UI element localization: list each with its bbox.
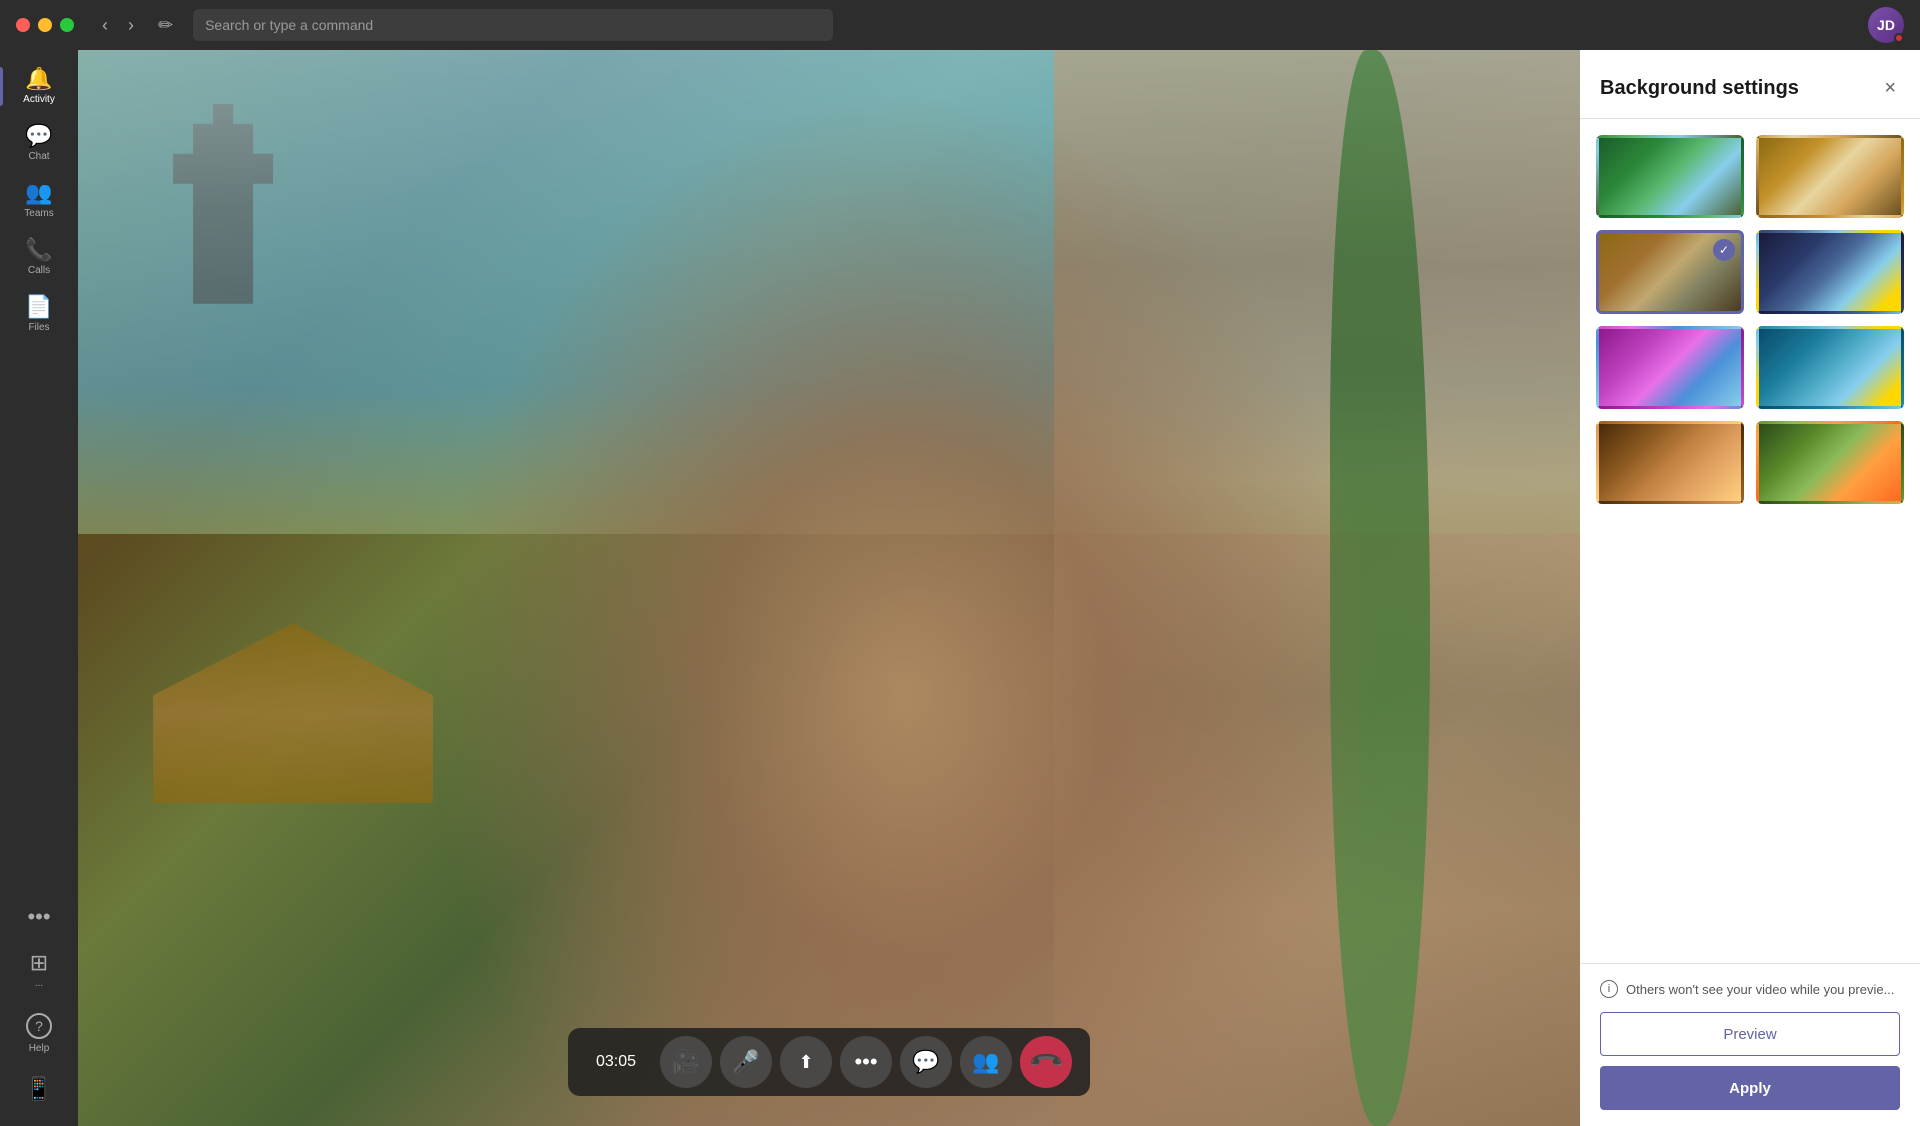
activity-icon: 🔔 bbox=[25, 68, 52, 90]
close-window-button[interactable] bbox=[16, 18, 30, 32]
calls-icon: 📞 bbox=[25, 239, 52, 261]
panel-header: Background settings × bbox=[1580, 50, 1920, 119]
search-bar[interactable]: Search or type a command bbox=[193, 9, 833, 41]
background-option-5[interactable] bbox=[1596, 326, 1744, 409]
participants-button[interactable]: 👥 bbox=[960, 1036, 1012, 1088]
sidebar-item-activity[interactable]: 🔔 Activity bbox=[0, 58, 78, 115]
info-icon: i bbox=[1600, 980, 1618, 998]
maximize-window-button[interactable] bbox=[60, 18, 74, 32]
sidebar-label-files: Files bbox=[28, 322, 49, 333]
bg-thumb-image-8 bbox=[1759, 424, 1901, 501]
apps-icon: ⊞ bbox=[30, 952, 48, 974]
sidebar-label-teams: Teams bbox=[24, 208, 53, 219]
info-message: i Others won't see your video while you … bbox=[1600, 980, 1900, 998]
share-icon: ⬆ bbox=[798, 1052, 813, 1073]
bg-thumb-image-2 bbox=[1759, 138, 1901, 215]
bg-thumb-image-4 bbox=[1759, 233, 1901, 310]
more-options-button[interactable]: ••• bbox=[840, 1036, 892, 1088]
chat-icon: 💬 bbox=[25, 125, 52, 147]
compose-button[interactable]: ✏ bbox=[150, 11, 181, 40]
title-bar: ‹ › ✏ Search or type a command JD bbox=[0, 0, 1920, 50]
sidebar-item-files[interactable]: 📄 Files bbox=[0, 286, 78, 343]
bg-thumb-image-5 bbox=[1599, 329, 1741, 406]
sidebar-item-more[interactable]: ••• bbox=[0, 896, 78, 938]
files-icon: 📄 bbox=[25, 296, 52, 318]
call-container: 03:05 🎥 🎤 ⬆ ••• 💬 👥 📞 bbox=[78, 50, 1580, 1126]
background-option-1[interactable] bbox=[1596, 135, 1744, 218]
minimize-window-button[interactable] bbox=[38, 18, 52, 32]
sidebar-label-apps: ... bbox=[35, 978, 43, 989]
sidebar-label-activity: Activity bbox=[23, 94, 55, 105]
sidebar-bottom: ••• ⊞ ... ? Help 📱 bbox=[0, 896, 78, 1126]
help-icon: ? bbox=[26, 1013, 52, 1039]
forward-button[interactable]: › bbox=[120, 11, 142, 40]
preview-button[interactable]: Preview bbox=[1600, 1012, 1900, 1056]
avatar[interactable]: JD bbox=[1868, 7, 1904, 43]
background-option-2[interactable] bbox=[1756, 135, 1904, 218]
info-text-label: Others won't see your video while you pr… bbox=[1626, 982, 1894, 997]
chat-button[interactable]: 💬 bbox=[900, 1036, 952, 1088]
background-grid: ✓ bbox=[1580, 119, 1920, 963]
sidebar-label-chat: Chat bbox=[28, 151, 49, 162]
camera-icon: 🎥 bbox=[672, 1049, 699, 1075]
background-option-8[interactable] bbox=[1756, 421, 1904, 504]
panel-close-button[interactable]: × bbox=[1880, 74, 1900, 102]
sidebar-item-chat[interactable]: 💬 Chat bbox=[0, 115, 78, 172]
call-controls: 03:05 🎥 🎤 ⬆ ••• 💬 👥 📞 bbox=[568, 1028, 1090, 1096]
sidebar-item-calls[interactable]: 📞 Calls bbox=[0, 229, 78, 286]
background-option-3[interactable]: ✓ bbox=[1596, 230, 1744, 313]
search-placeholder: Search or type a command bbox=[205, 17, 373, 33]
panel-title: Background settings bbox=[1600, 77, 1799, 100]
call-timer: 03:05 bbox=[584, 1053, 654, 1071]
share-screen-button[interactable]: ⬆ bbox=[780, 1036, 832, 1088]
sidebar-label-calls: Calls bbox=[28, 265, 50, 276]
sidebar-item-help[interactable]: ? Help bbox=[0, 1003, 78, 1064]
window-controls bbox=[16, 18, 74, 32]
bg-thumb-image-6 bbox=[1759, 329, 1901, 406]
background-settings-panel: Background settings × ✓ bbox=[1580, 50, 1920, 1126]
apply-button[interactable]: Apply bbox=[1600, 1066, 1900, 1110]
sidebar-item-device[interactable]: 📱 bbox=[0, 1068, 78, 1110]
sidebar-item-teams[interactable]: 👥 Teams bbox=[0, 172, 78, 229]
avatar-badge bbox=[1894, 33, 1904, 43]
sidebar-item-apps[interactable]: ⊞ ... bbox=[0, 942, 78, 999]
device-icon: 📱 bbox=[25, 1078, 52, 1100]
teams-icon: 👥 bbox=[25, 182, 52, 204]
bg-thumb-image-7 bbox=[1599, 424, 1741, 501]
background-option-7[interactable] bbox=[1596, 421, 1744, 504]
mic-icon: 🎤 bbox=[732, 1049, 759, 1075]
background-option-4[interactable] bbox=[1756, 230, 1904, 313]
sidebar: 🔔 Activity 💬 Chat 👥 Teams 📞 Calls 📄 File… bbox=[0, 50, 78, 1126]
bg-thumb-image-1 bbox=[1599, 138, 1741, 215]
sidebar-label-help: Help bbox=[29, 1043, 50, 1054]
end-call-button[interactable]: 📞 bbox=[1020, 1036, 1072, 1088]
more-options-icon: ••• bbox=[854, 1049, 877, 1075]
chat-icon: 💬 bbox=[912, 1049, 939, 1075]
more-icon: ••• bbox=[27, 906, 50, 928]
background-option-6[interactable] bbox=[1756, 326, 1904, 409]
navigation-buttons: ‹ › bbox=[94, 11, 142, 40]
back-button[interactable]: ‹ bbox=[94, 11, 116, 40]
participants-icon: 👥 bbox=[972, 1049, 999, 1075]
mic-button[interactable]: 🎤 bbox=[720, 1036, 772, 1088]
person-overlay bbox=[78, 50, 1580, 1126]
panel-footer: i Others won't see your video while you … bbox=[1580, 963, 1920, 1126]
camera-button[interactable]: 🎥 bbox=[660, 1036, 712, 1088]
end-call-icon: 📞 bbox=[1027, 1043, 1065, 1081]
main-layout: 🔔 Activity 💬 Chat 👥 Teams 📞 Calls 📄 File… bbox=[0, 50, 1920, 1126]
